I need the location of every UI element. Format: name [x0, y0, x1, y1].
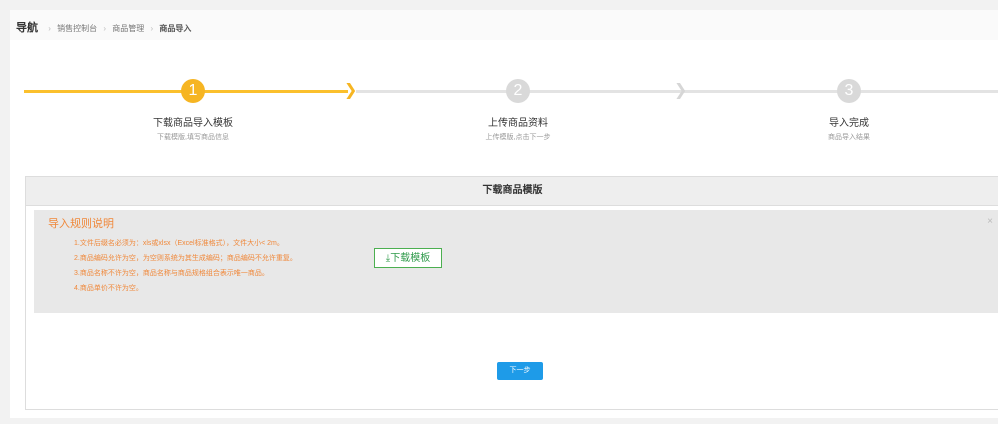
breadcrumb-item-console[interactable]: 销售控制台	[57, 24, 97, 33]
breadcrumb-separator: ›	[103, 24, 107, 33]
arrow-right-icon: ❯	[344, 82, 358, 99]
breadcrumb-item-product-management[interactable]: 商品管理	[112, 24, 144, 33]
download-template-panel: 下载商品模版 导入规则说明 1.文件后缀名必须为：xls或xlsx（Excel标…	[25, 176, 998, 410]
breadcrumb: 导航 › 销售控制台 › 商品管理 › 商品导入	[16, 19, 191, 35]
breadcrumb-item-product-import: 商品导入	[159, 24, 192, 33]
step-2-number: 2	[506, 79, 530, 103]
next-step-button[interactable]: 下一步	[497, 362, 543, 380]
step-1-desc: 下载模版,填写商品信息	[157, 134, 229, 141]
panel-title: 下载商品模版	[26, 177, 998, 206]
step-3-title: 导入完成	[829, 118, 869, 129]
arrow-right-icon: ❯	[674, 82, 688, 99]
rules-list: 1.文件后缀名必须为：xls或xlsx（Excel标准格式），文件大小< 2m。…	[74, 236, 297, 296]
breadcrumb-separator: ›	[150, 24, 154, 33]
close-icon[interactable]: ×	[987, 216, 993, 227]
main-content: ❯ ❯ 1 2 3 下载商品导入模板 下载模版,填写商品信息 上传商品资料 上传…	[10, 40, 998, 418]
breadcrumb-nav-label: 导航	[16, 22, 38, 34]
download-button-label: 下载模板	[390, 253, 431, 264]
import-rules-box: 导入规则说明 1.文件后缀名必须为：xls或xlsx（Excel标准格式），文件…	[34, 210, 998, 313]
rule-item: 2.商品编码允许为空，为空则系统为其生成编码；商品编码不允许重复。	[74, 255, 297, 262]
download-template-button[interactable]: ⤓下载模板	[374, 248, 442, 268]
rules-title: 导入规则说明	[48, 218, 114, 230]
step-3-desc: 商品导入结果	[828, 134, 870, 141]
step-1-number: 1	[181, 79, 205, 103]
rule-item: 4.商品单价不许为空。	[74, 285, 143, 292]
step-1-title: 下载商品导入模板	[153, 118, 233, 129]
step-2-title: 上传商品资料	[488, 118, 548, 129]
step-2-desc: 上传模版,点击下一步	[485, 134, 551, 141]
step-3-number: 3	[837, 79, 861, 103]
breadcrumb-bar: 导航 › 销售控制台 › 商品管理 › 商品导入	[10, 10, 998, 40]
rule-item: 3.商品名称不许为空，商品名称与商品规格组合表示唯一商品。	[74, 270, 269, 277]
rule-item: 1.文件后缀名必须为：xls或xlsx（Excel标准格式），文件大小< 2m。	[74, 240, 284, 247]
breadcrumb-separator: ›	[48, 24, 51, 33]
